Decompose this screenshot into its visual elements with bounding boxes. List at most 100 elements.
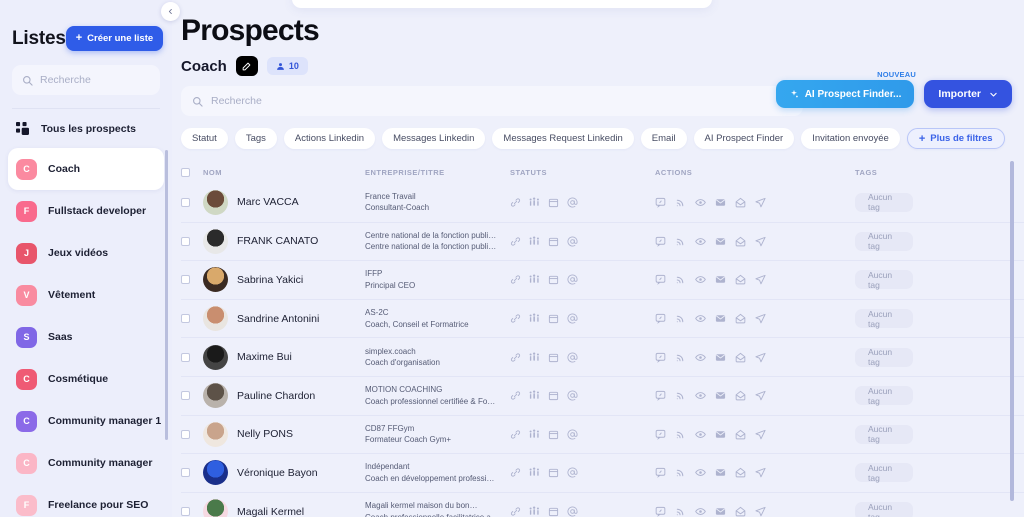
add-tag-button[interactable]: Aucun tag bbox=[855, 386, 913, 405]
eye-icon[interactable] bbox=[695, 313, 706, 324]
note-icon[interactable] bbox=[655, 506, 666, 517]
people-icon[interactable] bbox=[529, 236, 540, 247]
note-icon[interactable] bbox=[655, 313, 666, 324]
at-icon[interactable] bbox=[567, 274, 578, 285]
table-row[interactable]: Maxime Buisimplex.coachCoach d'organisat… bbox=[181, 337, 1024, 376]
add-tag-button[interactable]: Aucun tag bbox=[855, 193, 913, 212]
people-icon[interactable] bbox=[529, 429, 540, 440]
filter-chip-messages-linkedin[interactable]: Messages Linkedin bbox=[382, 128, 485, 149]
sidebar-item-v-tement[interactable]: VVêtement bbox=[8, 274, 164, 316]
eye-icon[interactable] bbox=[695, 274, 706, 285]
mail-filled-icon[interactable] bbox=[715, 274, 726, 285]
at-icon[interactable] bbox=[567, 313, 578, 324]
select-all-checkbox[interactable] bbox=[181, 168, 190, 177]
table-scrollbar[interactable] bbox=[1010, 161, 1014, 501]
send-icon[interactable] bbox=[755, 429, 766, 440]
mail-open-icon[interactable] bbox=[735, 274, 746, 285]
filter-chip-statut[interactable]: Statut bbox=[181, 128, 228, 149]
send-icon[interactable] bbox=[755, 390, 766, 401]
table-row[interactable]: Magali KermelMagali kermel maison du bon… bbox=[181, 492, 1024, 517]
link-icon[interactable] bbox=[510, 197, 521, 208]
sidebar-item-jeux-vid-os[interactable]: JJeux vidéos bbox=[8, 232, 164, 274]
mail-filled-icon[interactable] bbox=[715, 390, 726, 401]
link-icon[interactable] bbox=[510, 390, 521, 401]
people-icon[interactable] bbox=[529, 390, 540, 401]
eye-icon[interactable] bbox=[695, 352, 706, 363]
add-tag-button[interactable]: Aucun tag bbox=[855, 425, 913, 444]
link-icon[interactable] bbox=[510, 313, 521, 324]
table-row[interactable]: Marc VACCAFrance TravailConsultant-Coach… bbox=[181, 183, 1024, 222]
rss-icon[interactable] bbox=[675, 313, 686, 324]
more-filters-button[interactable]: +Plus de filtres bbox=[907, 128, 1005, 149]
eye-icon[interactable] bbox=[695, 390, 706, 401]
filter-chip-messages-request-linkedin[interactable]: Messages Request Linkedin bbox=[492, 128, 633, 149]
filter-chip-ai-prospect-finder[interactable]: AI Prospect Finder bbox=[694, 128, 795, 149]
link-icon[interactable] bbox=[510, 236, 521, 247]
add-tag-button[interactable]: Aucun tag bbox=[855, 270, 913, 289]
filter-chip-email[interactable]: Email bbox=[641, 128, 687, 149]
send-icon[interactable] bbox=[755, 313, 766, 324]
mail-filled-icon[interactable] bbox=[715, 467, 726, 478]
table-row[interactable]: Sabrina YakiciIFFPPrincipal CEOAucun tag bbox=[181, 260, 1024, 299]
mail-filled-icon[interactable] bbox=[715, 429, 726, 440]
import-button[interactable]: Importer bbox=[924, 80, 1012, 108]
send-icon[interactable] bbox=[755, 274, 766, 285]
table-row[interactable]: Véronique BayonIndépendantCoach en dével… bbox=[181, 453, 1024, 492]
people-icon[interactable] bbox=[529, 506, 540, 517]
table-row[interactable]: Pauline ChardonMOTION COACHINGCoach prof… bbox=[181, 376, 1024, 415]
sidebar-item-coach[interactable]: CCoach bbox=[8, 148, 164, 190]
ai-prospect-finder-button[interactable]: AI Prospect Finder... bbox=[776, 80, 915, 108]
send-icon[interactable] bbox=[755, 352, 766, 363]
row-checkbox[interactable] bbox=[181, 275, 190, 284]
note-icon[interactable] bbox=[655, 467, 666, 478]
add-tag-button[interactable]: Aucun tag bbox=[855, 309, 913, 328]
note-icon[interactable] bbox=[655, 352, 666, 363]
note-icon[interactable] bbox=[655, 429, 666, 440]
table-row[interactable]: Nelly PONSCD87 FFGymFormateur Coach Gym+… bbox=[181, 415, 1024, 454]
calendar-icon[interactable] bbox=[548, 313, 559, 324]
filter-chip-tags[interactable]: Tags bbox=[235, 128, 277, 149]
row-checkbox[interactable] bbox=[181, 507, 190, 516]
mail-filled-icon[interactable] bbox=[715, 352, 726, 363]
eye-icon[interactable] bbox=[695, 429, 706, 440]
mail-open-icon[interactable] bbox=[735, 352, 746, 363]
add-tag-button[interactable]: Aucun tag bbox=[855, 348, 913, 367]
mail-open-icon[interactable] bbox=[735, 313, 746, 324]
edit-list-button[interactable] bbox=[236, 56, 258, 76]
rss-icon[interactable] bbox=[675, 429, 686, 440]
row-checkbox[interactable] bbox=[181, 314, 190, 323]
sidebar-search-input[interactable]: Recherche bbox=[12, 65, 160, 95]
sidebar-scrollbar[interactable] bbox=[165, 150, 168, 440]
add-tag-button[interactable]: Aucun tag bbox=[855, 232, 913, 251]
row-checkbox[interactable] bbox=[181, 468, 190, 477]
calendar-icon[interactable] bbox=[548, 390, 559, 401]
eye-icon[interactable] bbox=[695, 506, 706, 517]
calendar-icon[interactable] bbox=[548, 274, 559, 285]
row-checkbox[interactable] bbox=[181, 198, 190, 207]
rss-icon[interactable] bbox=[675, 506, 686, 517]
eye-icon[interactable] bbox=[695, 236, 706, 247]
people-icon[interactable] bbox=[529, 197, 540, 208]
sidebar-collapse-button[interactable] bbox=[161, 2, 180, 21]
note-icon[interactable] bbox=[655, 390, 666, 401]
mail-open-icon[interactable] bbox=[735, 236, 746, 247]
calendar-icon[interactable] bbox=[548, 236, 559, 247]
rss-icon[interactable] bbox=[675, 274, 686, 285]
calendar-icon[interactable] bbox=[548, 467, 559, 478]
eye-icon[interactable] bbox=[695, 197, 706, 208]
mail-filled-icon[interactable] bbox=[715, 197, 726, 208]
people-icon[interactable] bbox=[529, 274, 540, 285]
people-icon[interactable] bbox=[529, 352, 540, 363]
mail-open-icon[interactable] bbox=[735, 467, 746, 478]
people-icon[interactable] bbox=[529, 467, 540, 478]
at-icon[interactable] bbox=[567, 352, 578, 363]
link-icon[interactable] bbox=[510, 467, 521, 478]
sidebar-item-freelance-pour-seo[interactable]: FFreelance pour SEO bbox=[8, 484, 164, 517]
calendar-icon[interactable] bbox=[548, 197, 559, 208]
at-icon[interactable] bbox=[567, 197, 578, 208]
sidebar-item-cosm-tique[interactable]: CCosmétique bbox=[8, 358, 164, 400]
create-list-button[interactable]: + Créer une liste bbox=[66, 26, 163, 51]
link-icon[interactable] bbox=[510, 274, 521, 285]
sidebar-item-saas[interactable]: SSaas bbox=[8, 316, 164, 358]
add-tag-button[interactable]: Aucun tag bbox=[855, 502, 913, 517]
